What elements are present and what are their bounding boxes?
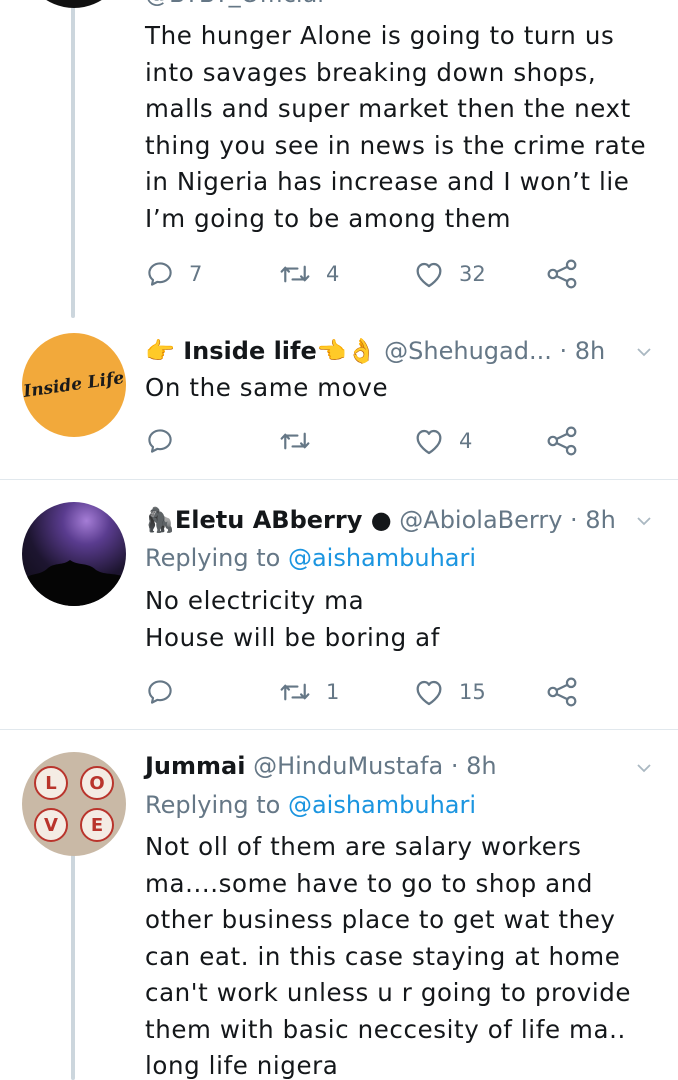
tweet-header: 🦍Eletu ABberry ● @AbiolaBerry · 8h <box>145 504 616 536</box>
reply-icon <box>148 680 172 704</box>
like-count: 15 <box>459 680 486 704</box>
display-name[interactable]: 👉 Inside life👈👌 <box>145 337 377 365</box>
share-button[interactable] <box>545 423 579 459</box>
avatar[interactable]: L O V E <box>22 752 126 856</box>
tweet-handle[interactable]: @AbiolaBerry <box>399 506 562 534</box>
tweet-actions: 1 15 <box>145 674 595 710</box>
retweet-icon <box>280 432 310 450</box>
chevron-down-icon[interactable] <box>636 760 652 776</box>
avatar-text: Inside Life <box>22 368 126 402</box>
tweet-divider <box>0 479 678 480</box>
tweet-divider <box>0 729 678 730</box>
reply-button[interactable] <box>145 423 189 459</box>
cupcake-v: V <box>34 808 68 842</box>
retweet-count: 1 <box>326 680 340 704</box>
avatar-silhouette <box>22 560 126 606</box>
like-icon <box>416 429 442 455</box>
tweet-text: Not oll of them are salary workers ma...… <box>145 832 632 1080</box>
like-button[interactable]: 32 <box>413 256 486 292</box>
reply-button[interactable] <box>145 674 189 710</box>
share-icon <box>547 426 577 456</box>
cupcake-e: E <box>80 808 114 842</box>
tweet-header: 👉 Inside life👈👌 @Shehugad... · 8h <box>145 335 605 367</box>
tweet-text: The hunger Alone is going to turn us int… <box>145 21 647 233</box>
replying-to: Replying to @aishambuhari <box>145 542 476 574</box>
avatar[interactable] <box>22 502 126 606</box>
tweet-handle[interactable]: @HinduMustafa <box>253 752 443 780</box>
retweet-button[interactable]: 4 <box>278 256 339 292</box>
cupcake-l: L <box>34 766 68 800</box>
avatar[interactable] <box>22 0 126 8</box>
share-icon <box>547 677 577 707</box>
reply-button[interactable]: 7 <box>145 256 202 292</box>
share-button[interactable] <box>545 256 579 292</box>
chevron-down-icon[interactable] <box>636 513 652 529</box>
tweet-time: · 8h <box>450 752 497 780</box>
tweet-text: On the same move <box>145 373 389 402</box>
replying-prefix: Replying to <box>145 544 281 572</box>
retweet-button[interactable] <box>278 423 326 459</box>
tweet-handle[interactable]: @BYBY_Official <box>145 0 324 8</box>
replying-prefix: Replying to <box>145 791 281 819</box>
tweet-actions: 7 4 32 <box>145 256 595 292</box>
reply-icon <box>148 262 172 286</box>
tweet-handle[interactable]: @Shehugad... <box>384 337 552 365</box>
share-icon <box>547 259 577 289</box>
replying-handle[interactable]: @aishambuhari <box>288 791 476 819</box>
thread-line <box>71 852 75 1080</box>
retweet-count: 4 <box>326 262 340 286</box>
tweet-time: · 8h <box>559 337 606 365</box>
replying-handle[interactable]: @aishambuhari <box>288 544 476 572</box>
like-button[interactable]: 15 <box>413 674 486 710</box>
retweet-button[interactable]: 1 <box>278 674 339 710</box>
chevron-down-icon[interactable] <box>636 344 652 360</box>
retweet-icon <box>280 683 310 701</box>
replying-to: Replying to @aishambuhari <box>145 789 476 821</box>
tweet-text: No electricity ma House will be boring a… <box>145 586 440 652</box>
like-count: 4 <box>459 429 473 453</box>
tweet-header: Jummai @HinduMustafa · 8h <box>145 750 497 782</box>
like-icon <box>416 680 442 706</box>
like-count: 32 <box>459 262 486 286</box>
like-button[interactable]: 4 <box>413 423 472 459</box>
thread-line <box>71 0 75 318</box>
tweet-actions: 4 <box>145 423 595 459</box>
like-icon <box>416 262 442 288</box>
reply-icon <box>148 429 172 453</box>
cupcake-o: O <box>80 766 114 800</box>
tweet-header: @BYBY_Official <box>145 0 324 10</box>
share-button[interactable] <box>545 674 579 710</box>
retweet-icon <box>280 265 310 283</box>
display-name[interactable]: Jummai <box>145 752 245 780</box>
reply-count: 7 <box>189 262 203 286</box>
avatar[interactable]: Inside Life <box>22 333 126 437</box>
display-name[interactable]: 🦍Eletu ABberry ● <box>145 506 392 534</box>
tweet-time: · 8h <box>570 506 616 534</box>
